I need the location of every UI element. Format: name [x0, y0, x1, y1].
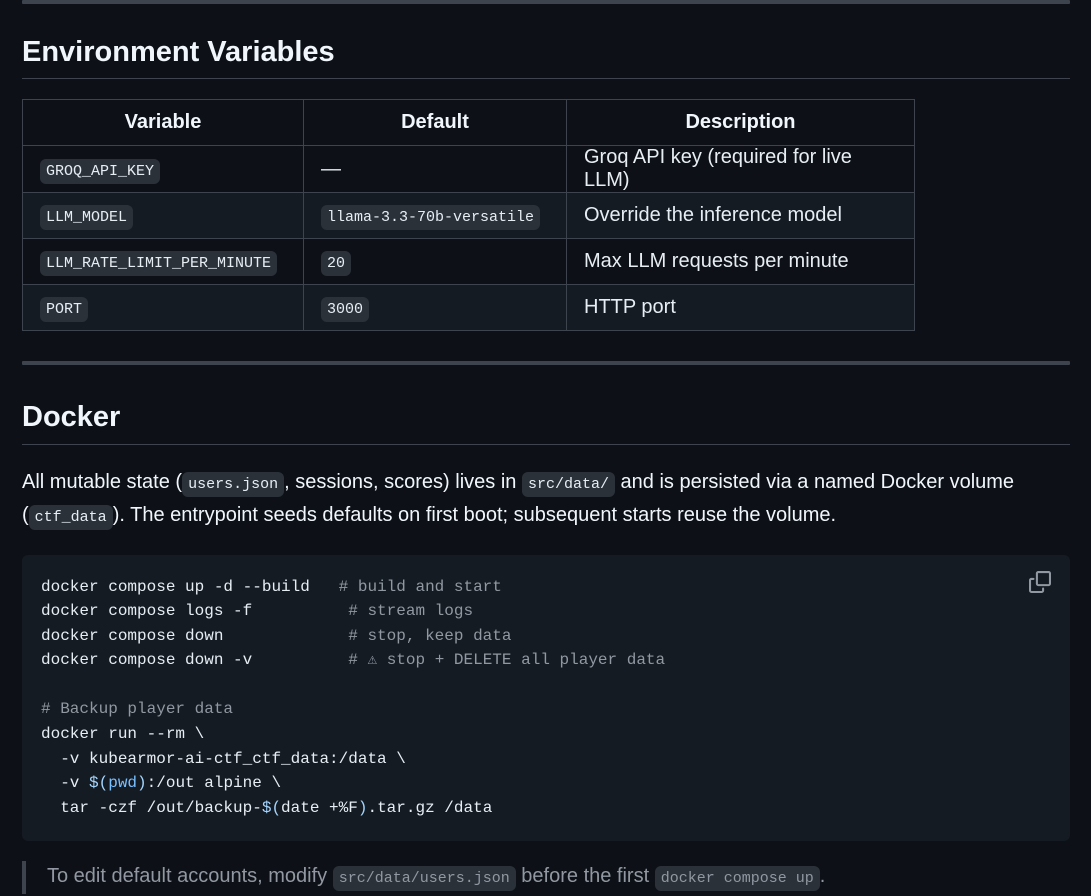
code-token: $(	[261, 798, 282, 817]
column-header-description: Description	[566, 99, 915, 147]
text: .	[819, 864, 826, 887]
docker-heading: Docker	[22, 399, 1070, 445]
column-header-default: Default	[303, 99, 567, 147]
code-line: docker compose up -d --build # build and…	[41, 575, 1051, 600]
horizontal-rule	[22, 361, 1070, 366]
cell-variable: LLM_MODEL	[22, 192, 304, 240]
inline-code: llama-3.3-70b-versatile	[321, 205, 541, 231]
cell-description: Override the inference model	[566, 192, 915, 240]
inline-code: 20	[321, 251, 352, 277]
cell-variable: LLM_RATE_LIMIT_PER_MINUTE	[22, 238, 304, 286]
code-token: pwd	[108, 774, 138, 793]
code-token: docker compose down -v	[41, 651, 349, 670]
cell-default: 3000	[303, 284, 567, 332]
code-token: :/out alpine \	[146, 774, 282, 793]
code-token: # Backup player data	[41, 700, 234, 719]
code-token: $(	[89, 774, 109, 793]
table-header-row: Variable Default Description	[22, 99, 915, 147]
cell-description: Max LLM requests per minute	[566, 238, 915, 286]
table-row: LLM_MODEL llama-3.3-70b-versatile Override…	[22, 192, 915, 240]
copy-button[interactable]	[1029, 570, 1051, 593]
inline-code: GROQ_API_KEY	[40, 158, 161, 184]
code-line: -v kubearmor-ai-ctf_ctf_data:/data \	[41, 747, 1051, 772]
table-row: LLM_RATE_LIMIT_PER_MINUTE 20 Max LLM reque…	[22, 238, 915, 286]
inline-code: PORT	[40, 297, 89, 323]
code-token: # stream logs	[348, 602, 474, 621]
cell-variable: GROQ_API_KEY	[22, 145, 304, 194]
cell-default: llama-3.3-70b-versatile	[303, 192, 567, 240]
code-token: docker compose up -d --build	[41, 577, 339, 596]
copy-icon	[1029, 570, 1051, 593]
code-token: .tar.gz /data	[367, 798, 493, 817]
text: before the first	[515, 864, 655, 887]
code-token: -v	[41, 774, 90, 793]
inline-code: src/data/users.json	[332, 865, 516, 891]
code-line: docker compose logs -f # stream logs	[41, 599, 1051, 624]
table-row: PORT 3000 HTTP port	[22, 284, 915, 332]
code-token: # ⚠ stop + DELETE all player data	[348, 651, 666, 670]
code-token: # stop, keep data	[348, 626, 512, 645]
code-token: date +%F	[281, 798, 358, 817]
code-token: docker run --rm \	[41, 725, 205, 744]
inline-code: LLM_RATE_LIMIT_PER_MINUTE	[40, 251, 278, 277]
text: All mutable state (	[22, 470, 183, 493]
code-line: docker compose down -v # ⚠ stop + DELETE…	[41, 648, 1051, 673]
code-token: docker compose down	[41, 626, 349, 645]
code-token: # build and start	[338, 577, 502, 596]
column-header-variable: Variable	[22, 99, 304, 147]
text: To edit default accounts, modify	[47, 864, 333, 887]
cell-default: 20	[303, 238, 567, 286]
code-token: docker compose logs -f	[41, 602, 349, 621]
text: , sessions, scores) lives in	[284, 470, 522, 493]
inline-code: LLM_MODEL	[40, 205, 134, 231]
readme-content: Environment Variables Variable Default D…	[22, 0, 1070, 894]
env-heading: Environment Variables	[22, 34, 1070, 80]
code-token: -v kubearmor-ai-ctf_ctf_data:/data \	[41, 749, 406, 768]
cell-description: HTTP port	[566, 284, 915, 332]
note-blockquote: To edit default accounts, modify src/dat…	[22, 860, 1070, 894]
horizontal-rule	[22, 0, 1070, 4]
code-line: tar -czf /out/backup-$(date +%F).tar.gz …	[41, 796, 1051, 821]
inline-code: 3000	[321, 297, 370, 323]
inline-code: ctf_data	[28, 504, 113, 530]
cell-variable: PORT	[22, 284, 304, 332]
code-block[interactable]: docker compose up -d --build # build and…	[22, 554, 1070, 841]
code-line: docker compose down # stop, keep data	[41, 624, 1051, 649]
inline-code: users.json	[182, 471, 285, 497]
text: ). The entrypoint seeds defaults on firs…	[112, 503, 837, 526]
text: —	[321, 157, 341, 180]
inline-code: docker compose up	[654, 865, 820, 891]
code-line: docker run --rm \	[41, 722, 1051, 747]
cell-description: Groq API key (required for live LLM)	[566, 145, 915, 194]
code-lines: docker compose up -d --build # build and…	[41, 575, 1051, 821]
cell-default: —	[303, 145, 567, 194]
inline-code: src/data/	[521, 471, 615, 497]
docker-description: All mutable state (users.json, sessions,…	[22, 467, 1070, 533]
table-row: GROQ_API_KEY — Groq API key (required for …	[22, 145, 915, 194]
code-token: tar -czf /out/backup-	[41, 798, 262, 817]
env-table: Variable Default Description GROQ_API_KE…	[22, 99, 915, 332]
code-line: # Backup player data	[41, 697, 1051, 722]
code-line: -v $(pwd):/out alpine \	[41, 771, 1051, 796]
env-table-body: GROQ_API_KEY — Groq API key (required for …	[22, 145, 915, 332]
code-token: )	[137, 774, 147, 793]
